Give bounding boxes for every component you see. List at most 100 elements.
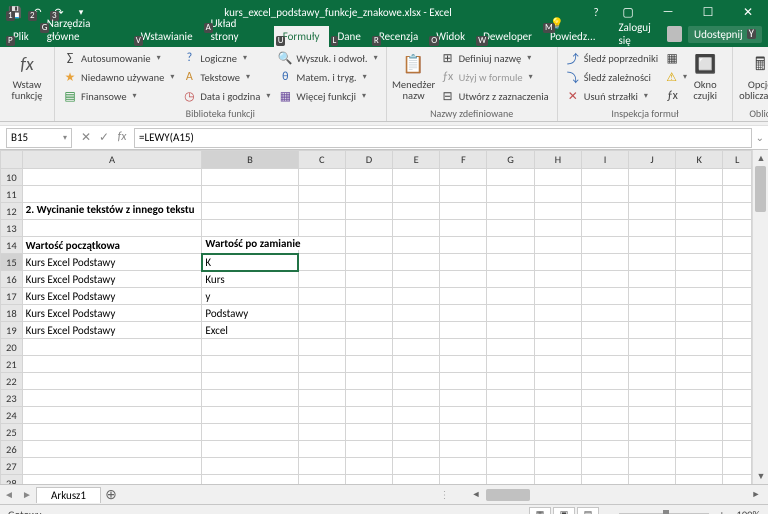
cell-G11[interactable] [487, 186, 534, 203]
zoom-out-button[interactable]: − [600, 508, 613, 514]
cell-A11[interactable] [22, 186, 202, 203]
cell-E19[interactable] [393, 322, 440, 339]
scroll-left-button[interactable]: ◄ [468, 487, 484, 503]
cell-C23[interactable] [298, 390, 345, 407]
row-header-10[interactable]: 10 [1, 169, 23, 186]
cell-A12[interactable]: 2. Wycinanie tekstów z innego tekstu [22, 203, 202, 220]
cell-C17[interactable] [298, 288, 345, 305]
cell-F10[interactable] [440, 169, 487, 186]
cell-D18[interactable] [345, 305, 392, 322]
col-header-G[interactable]: G [487, 151, 534, 169]
cell-J27[interactable] [629, 458, 676, 475]
show-formulas-button[interactable]: ▦ [664, 49, 680, 67]
cell-I20[interactable] [582, 339, 629, 356]
cell-I23[interactable] [582, 390, 629, 407]
cell-F25[interactable] [440, 424, 487, 441]
cell-H14[interactable] [534, 237, 581, 254]
cell-C25[interactable] [298, 424, 345, 441]
cell-L26[interactable] [723, 441, 752, 458]
cell-K17[interactable] [676, 288, 723, 305]
cell-E23[interactable] [393, 390, 440, 407]
cell-I18[interactable] [582, 305, 629, 322]
cell-K28[interactable] [676, 475, 723, 485]
avatar-icon[interactable] [667, 26, 682, 42]
row-header-28[interactable]: 28 [1, 475, 23, 485]
cell-C18[interactable] [298, 305, 345, 322]
cell-D20[interactable] [345, 339, 392, 356]
cell-K25[interactable] [676, 424, 723, 441]
cell-H13[interactable] [534, 220, 581, 237]
cell-L12[interactable] [723, 203, 752, 220]
qat-save-button[interactable]: 💾1 [4, 1, 26, 23]
cell-C20[interactable] [298, 339, 345, 356]
tab-plik[interactable]: PlikP [4, 26, 38, 47]
formula-input[interactable]: =LEWY(A15) [134, 128, 752, 148]
cell-E15[interactable] [393, 254, 440, 271]
cell-A16[interactable]: Kurs Excel Podstawy [22, 271, 202, 288]
cell-H20[interactable] [534, 339, 581, 356]
cell-B25[interactable] [202, 424, 298, 441]
cell-H28[interactable] [534, 475, 581, 485]
cell-G18[interactable] [487, 305, 534, 322]
cell-C26[interactable] [298, 441, 345, 458]
row-header-20[interactable]: 20 [1, 339, 23, 356]
horizontal-scrollbar[interactable]: ◄ ► [445, 487, 768, 503]
cell-B19[interactable]: Excel [202, 322, 298, 339]
cell-C21[interactable] [298, 356, 345, 373]
cell-C22[interactable] [298, 373, 345, 390]
cell-A22[interactable] [22, 373, 202, 390]
cell-J16[interactable] [629, 271, 676, 288]
select-all-corner[interactable] [1, 151, 23, 169]
col-header-A[interactable]: A [22, 151, 202, 169]
cell-H10[interactable] [534, 169, 581, 186]
cell-I15[interactable] [582, 254, 629, 271]
cell-G22[interactable] [487, 373, 534, 390]
cell-D14[interactable] [345, 237, 392, 254]
cell-L10[interactable] [723, 169, 752, 186]
cell-F27[interactable] [440, 458, 487, 475]
cell-E28[interactable] [393, 475, 440, 485]
cell-C16[interactable] [298, 271, 345, 288]
datetime-button[interactable]: ◷Data i godzina [180, 87, 272, 105]
cell-B14[interactable]: Wartość po zamianie [202, 237, 298, 254]
cell-J19[interactable] [629, 322, 676, 339]
cell-H24[interactable] [534, 407, 581, 424]
cell-B17[interactable]: y [202, 288, 298, 305]
cell-B15[interactable]: K [202, 254, 298, 271]
fx-button[interactable]: fx [114, 130, 130, 145]
cell-E25[interactable] [393, 424, 440, 441]
cell-I14[interactable] [582, 237, 629, 254]
cell-B12[interactable] [202, 203, 298, 220]
cell-J23[interactable] [629, 390, 676, 407]
scroll-down-button[interactable]: ▼ [753, 468, 768, 484]
cell-G10[interactable] [487, 169, 534, 186]
cell-J22[interactable] [629, 373, 676, 390]
cell-A19[interactable]: Kurs Excel Podstawy [22, 322, 202, 339]
cell-K10[interactable] [676, 169, 723, 186]
cell-A20[interactable] [22, 339, 202, 356]
autosum-button[interactable]: ∑Autosumowanie [61, 49, 176, 67]
cell-D13[interactable] [345, 220, 392, 237]
add-sheet-button[interactable]: ⊕ [101, 486, 121, 503]
cell-D21[interactable] [345, 356, 392, 373]
cell-C11[interactable] [298, 186, 345, 203]
cell-A25[interactable] [22, 424, 202, 441]
cell-I22[interactable] [582, 373, 629, 390]
cell-J26[interactable] [629, 441, 676, 458]
cell-A24[interactable] [22, 407, 202, 424]
cell-H11[interactable] [534, 186, 581, 203]
row-header-25[interactable]: 25 [1, 424, 23, 441]
cell-B27[interactable] [202, 458, 298, 475]
row-header-22[interactable]: 22 [1, 373, 23, 390]
row-header-13[interactable]: 13 [1, 220, 23, 237]
cell-J13[interactable] [629, 220, 676, 237]
cell-A18[interactable]: Kurs Excel Podstawy [22, 305, 202, 322]
col-header-J[interactable]: J [629, 151, 676, 169]
cell-G20[interactable] [487, 339, 534, 356]
cell-E24[interactable] [393, 407, 440, 424]
cell-H26[interactable] [534, 441, 581, 458]
cell-C15[interactable] [298, 254, 345, 271]
col-header-L[interactable]: L [723, 151, 752, 169]
col-header-C[interactable]: C [298, 151, 345, 169]
cell-G28[interactable] [487, 475, 534, 485]
